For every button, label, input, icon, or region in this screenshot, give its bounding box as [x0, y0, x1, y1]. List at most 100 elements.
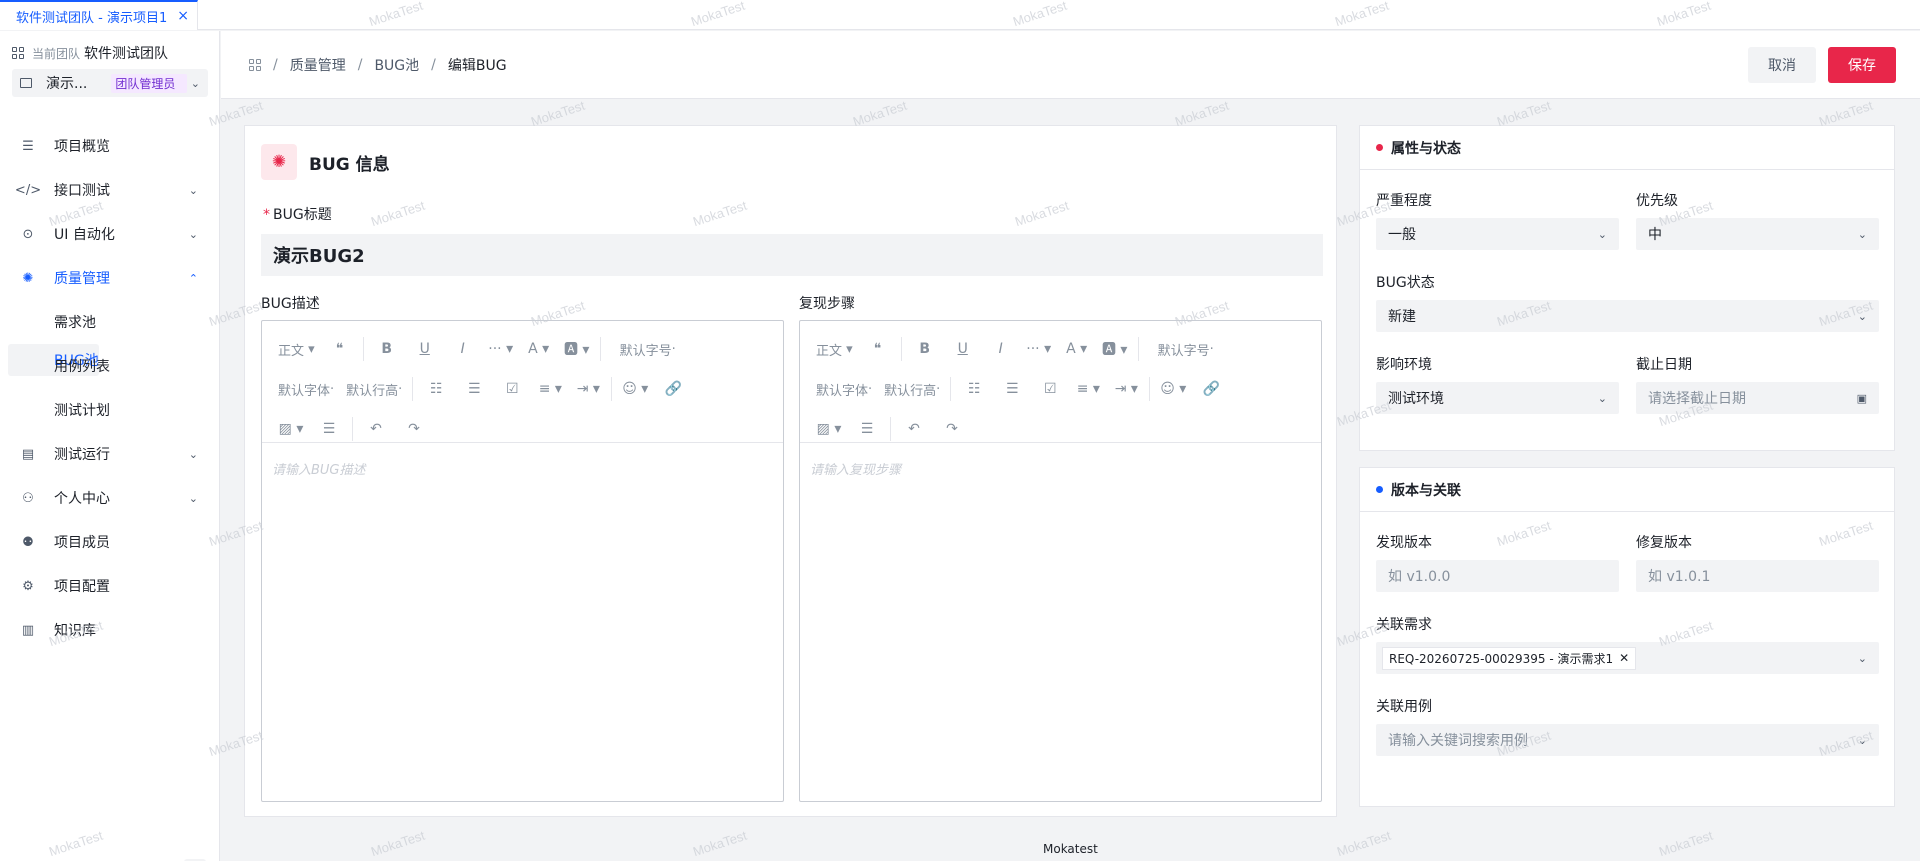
- align-icon[interactable]: ≡ ▾: [1069, 375, 1107, 403]
- props-header: 属性与状态: [1360, 126, 1894, 170]
- bullet-list-icon[interactable]: ☷: [417, 375, 455, 403]
- save-button[interactable]: 保存: [1828, 47, 1896, 83]
- calendar-icon: ▣: [1856, 391, 1867, 405]
- numbered-list-icon[interactable]: ☰: [455, 375, 493, 403]
- breadcrumb-current: 编辑BUG: [447, 58, 507, 74]
- image-icon[interactable]: ▨ ▾: [272, 415, 310, 443]
- numbered-list-icon[interactable]: ☰: [993, 375, 1031, 403]
- sidebar-item-test-run[interactable]: ▤ 测试运行 ⌄: [8, 432, 212, 476]
- sidebar-item-label: 项目概览: [54, 139, 110, 155]
- bug-info-header: ✺ BUG 信息: [261, 144, 390, 180]
- sidebar-item-settings[interactable]: ⚙ 项目配置: [8, 564, 212, 608]
- sidebar-item-test-cases[interactable]: 用例列表: [8, 344, 212, 388]
- priority-select[interactable]: 中 ⌄: [1636, 218, 1879, 250]
- divider-icon[interactable]: ☰: [848, 415, 886, 443]
- case-placeholder: 请输入关键词搜索用例: [1388, 733, 1528, 749]
- team-label: 当前团队: [32, 46, 81, 61]
- role-badge: 团队管理员: [111, 73, 188, 93]
- env-select[interactable]: 测试环境 ⌄: [1376, 382, 1619, 414]
- chevron-down-icon: ⌄: [1857, 309, 1867, 323]
- bold-icon[interactable]: B: [906, 335, 944, 363]
- bg-color-icon[interactable]: 🅰 ▾: [558, 335, 596, 363]
- tag-close-icon[interactable]: ✕: [1619, 651, 1629, 665]
- redo-icon[interactable]: ↷: [933, 415, 971, 443]
- sidebar-item-ui-automation[interactable]: ⊙ UI 自动化 ⌄: [8, 212, 212, 256]
- line-height-select[interactable]: 默认行高 ·: [878, 375, 946, 403]
- font-color-icon[interactable]: A ▾: [1058, 335, 1096, 363]
- tab-project[interactable]: 软件测试团队 - 演示项目1 ×: [0, 0, 198, 30]
- undo-icon[interactable]: ↶: [357, 415, 395, 443]
- sidebar-item-members[interactable]: ⚉ 项目成员: [8, 520, 212, 564]
- editor-placeholder[interactable]: 请输入复现步骤: [810, 459, 901, 478]
- link-icon[interactable]: 🔗: [1192, 375, 1230, 403]
- found-version-input[interactable]: 如 v1.0.0: [1376, 560, 1619, 592]
- more-icon[interactable]: ··· ▾: [482, 335, 520, 363]
- emoji-icon[interactable]: ☺ ▾: [616, 375, 654, 403]
- emoji-icon[interactable]: ☺ ▾: [1154, 375, 1192, 403]
- bug-title-input[interactable]: [261, 234, 1323, 276]
- align-icon[interactable]: ≡ ▾: [531, 375, 569, 403]
- image-icon[interactable]: ▨ ▾: [810, 415, 848, 443]
- sidebar-item-api-test[interactable]: </> 接口测试 ⌄: [8, 168, 212, 212]
- sidebar-item-quality[interactable]: ✺ 质量管理 ⌃: [8, 256, 212, 300]
- case-label: 关联用例: [1376, 699, 1432, 715]
- deadline-picker[interactable]: 请选择截止日期 ▣: [1636, 382, 1879, 414]
- severity-select[interactable]: 一般 ⌄: [1376, 218, 1619, 250]
- sidebar-item-test-plan[interactable]: 测试计划: [8, 388, 212, 432]
- quote-icon[interactable]: ❝: [321, 335, 359, 363]
- italic-icon[interactable]: I: [982, 335, 1020, 363]
- sidebar-item-label: 测试计划: [54, 403, 110, 419]
- font-size-select[interactable]: 默认字号 ·: [1143, 335, 1229, 363]
- chevron-down-icon: ⌄: [190, 76, 200, 90]
- font-color-icon[interactable]: A ▾: [520, 335, 558, 363]
- font-family-select[interactable]: 默认字体 ·: [810, 375, 878, 403]
- indent-icon[interactable]: ⇥ ▾: [1107, 375, 1145, 403]
- quote-icon[interactable]: ❝: [859, 335, 897, 363]
- req-select[interactable]: REQ-20260725-00029395 - 演示需求1 ✕ ⌄: [1376, 642, 1879, 674]
- paragraph-select[interactable]: 正文 ▾: [810, 335, 859, 363]
- divider-icon[interactable]: ☰: [310, 415, 348, 443]
- breadcrumb-bug-pool[interactable]: BUG池: [374, 55, 419, 75]
- sidebar-item-knowledge[interactable]: ▥ 知识库: [8, 608, 212, 652]
- watermark: MokaTest: [1657, 827, 1715, 860]
- underline-icon[interactable]: U: [944, 335, 982, 363]
- status-select[interactable]: 新建 ⌄: [1376, 300, 1879, 332]
- bg-color-icon[interactable]: 🅰 ▾: [1096, 335, 1134, 363]
- underline-icon[interactable]: U: [406, 335, 444, 363]
- todo-icon[interactable]: ☑: [1031, 375, 1069, 403]
- sidebar-item-personal[interactable]: ⚇ 个人中心 ⌄: [8, 476, 212, 520]
- editor-toolbar: 正文 ▾ ❝ B U I ··· ▾ A ▾ 🅰 ▾ 默认字号 · 默认字体 · 默…: [262, 321, 783, 443]
- project-selector[interactable]: 演示... 团队管理员 ⌄: [12, 69, 208, 97]
- sidebar-item-label: 用例列表: [54, 359, 110, 375]
- undo-icon[interactable]: ↶: [895, 415, 933, 443]
- page-header: / 质量管理 / BUG池 / 编辑BUG 取消 保存: [221, 31, 1920, 99]
- todo-icon[interactable]: ☑: [493, 375, 531, 403]
- more-icon[interactable]: ··· ▾: [1020, 335, 1058, 363]
- sidebar: 当前团队 软件测试团队 演示... 团队管理员 ⌄ ☰ 项目概览 </> 接口测…: [0, 31, 220, 861]
- font-family-select[interactable]: 默认字体 ·: [272, 375, 340, 403]
- line-height-select[interactable]: 默认行高 ·: [340, 375, 408, 403]
- cancel-button[interactable]: 取消: [1748, 47, 1816, 83]
- redo-icon[interactable]: ↷: [395, 415, 433, 443]
- italic-icon[interactable]: I: [444, 335, 482, 363]
- indent-icon[interactable]: ⇥ ▾: [569, 375, 607, 403]
- fixed-version-label: 修复版本: [1636, 535, 1692, 551]
- sidebar-item-overview[interactable]: ☰ 项目概览: [8, 124, 212, 168]
- tab-close-icon[interactable]: ×: [177, 8, 189, 24]
- sidebar-item-label: 项目配置: [54, 579, 110, 595]
- editor-placeholder[interactable]: 请输入BUG描述: [272, 459, 366, 478]
- run-icon: ▤: [21, 446, 35, 462]
- bullet-list-icon[interactable]: ☷: [955, 375, 993, 403]
- font-size-select[interactable]: 默认字号 ·: [605, 335, 691, 363]
- deadline-label: 截止日期: [1636, 357, 1692, 373]
- breadcrumb-quality[interactable]: 质量管理: [290, 55, 346, 75]
- fixed-version-input[interactable]: 如 v1.0.1: [1636, 560, 1879, 592]
- home-grid-icon[interactable]: [249, 59, 261, 71]
- paragraph-select[interactable]: 正文 ▾: [272, 335, 321, 363]
- env-value: 测试环境: [1388, 391, 1444, 407]
- sidebar-item-requirements[interactable]: 需求池: [8, 300, 212, 344]
- link-icon[interactable]: 🔗: [654, 375, 692, 403]
- bold-icon[interactable]: B: [368, 335, 406, 363]
- bug-title-label: * BUG标题: [263, 207, 332, 223]
- case-search-select[interactable]: 请输入关键词搜索用例 ⌄: [1376, 724, 1879, 756]
